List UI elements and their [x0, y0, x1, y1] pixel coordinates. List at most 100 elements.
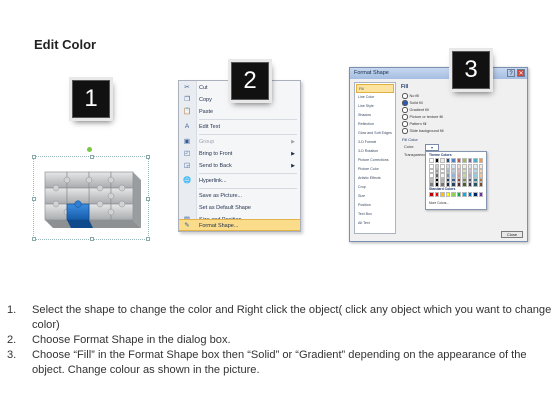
hyperlink-icon: 🌐: [183, 177, 192, 184]
clipboard-icon: 📋: [183, 108, 192, 115]
theme-color-swatch[interactable]: [445, 158, 450, 163]
category-line-style[interactable]: Line Style: [356, 102, 394, 111]
radio-picture-fill[interactable]: Picture or texture fill: [402, 114, 472, 120]
instruction-step-2: 2. Choose Format Shape in the dialog box.: [7, 334, 231, 346]
puzzle-side: [45, 220, 141, 228]
menu-separator: [199, 119, 297, 120]
theme-color-swatch[interactable]: [478, 182, 483, 187]
radio-solid-fill[interactable]: Solid fill: [402, 100, 472, 106]
menu-item-set-default-shape[interactable]: Set as Default Shape: [179, 202, 300, 214]
menu-item-paste[interactable]: 📋 Paste: [179, 106, 300, 118]
theme-color-swatch[interactable]: [473, 158, 478, 163]
menu-separator: [199, 173, 297, 174]
category-alt-text[interactable]: Alt Text: [356, 219, 394, 228]
page-title: Edit Color: [34, 37, 97, 52]
theme-color-swatch[interactable]: [445, 182, 450, 187]
menu-item-edit-text[interactable]: A Edit Text: [179, 121, 300, 133]
standard-color-swatch[interactable]: [429, 192, 434, 197]
category-crop[interactable]: Crop: [356, 183, 394, 192]
category-list: Fill Line Color Line Style Shadow Reflec…: [354, 82, 396, 234]
puzzle-pieces[interactable]: [33, 150, 151, 243]
standard-color-swatch[interactable]: [473, 192, 478, 197]
fill-color-dropdown[interactable]: ▾: [425, 144, 439, 151]
theme-color-swatch[interactable]: [429, 158, 434, 163]
category-picture-corrections[interactable]: Picture Corrections: [356, 156, 394, 165]
puzzle-piece[interactable]: [66, 171, 90, 189]
fill-color-heading: Fill Color: [402, 137, 418, 142]
menu-item-format-shape[interactable]: ✎ Format Shape...: [179, 219, 300, 231]
category-3d-rotation[interactable]: 3-D Rotation: [356, 147, 394, 156]
close-button[interactable]: Close: [501, 231, 523, 238]
theme-color-swatch[interactable]: [451, 158, 456, 163]
theme-color-swatch[interactable]: [440, 182, 445, 187]
radio-gradient-fill[interactable]: Gradient fill: [402, 107, 472, 113]
dialog-titlebar: Format Shape ? ✕: [350, 68, 527, 79]
radio-slide-bg-fill[interactable]: Slide background fill: [402, 128, 472, 134]
menu-item-hyperlink[interactable]: 🌐 Hyperlink...: [179, 175, 300, 187]
theme-color-swatch[interactable]: [462, 182, 467, 187]
menu-separator: [199, 188, 297, 189]
menu-item-bring-to-front[interactable]: ◰ Bring to Front ▶: [179, 148, 300, 160]
standard-color-swatch[interactable]: [451, 192, 456, 197]
puzzle-side: [133, 172, 141, 228]
submenu-arrow-icon: ▶: [291, 163, 295, 169]
category-3d-format[interactable]: 3-D Format: [356, 138, 394, 147]
theme-color-swatch[interactable]: [456, 182, 461, 187]
send-back-icon: ◲: [183, 162, 191, 169]
menu-item-send-to-back[interactable]: ◲ Send to Back ▶: [179, 160, 300, 172]
default-shape-icon: [183, 204, 191, 212]
menu-separator: [199, 134, 297, 135]
theme-color-swatch[interactable]: [429, 182, 434, 187]
standard-color-swatch[interactable]: [478, 192, 483, 197]
standard-color-swatch[interactable]: [445, 192, 450, 197]
close-icon[interactable]: ✕: [517, 69, 525, 77]
instruction-list: 1. Select the shape to change the color a…: [7, 303, 557, 378]
puzzle-piece-selected-side: [67, 220, 93, 228]
puzzle-shape-group[interactable]: [32, 147, 151, 243]
theme-color-swatch[interactable]: [434, 182, 439, 187]
category-position[interactable]: Position: [356, 201, 394, 210]
standard-color-swatch[interactable]: [440, 192, 445, 197]
theme-color-swatch[interactable]: [478, 158, 483, 163]
color-palette-popup: Theme Colors Standard Colors More Colors…: [425, 151, 487, 210]
theme-colors-title: Theme Colors: [429, 153, 452, 157]
category-picture-color[interactable]: Picture Color: [356, 165, 394, 174]
category-reflection[interactable]: Reflection: [356, 120, 394, 129]
bring-front-icon: ◰: [183, 150, 191, 157]
theme-color-swatch[interactable]: [434, 158, 439, 163]
menu-item-save-as-picture[interactable]: Save as Picture...: [179, 190, 300, 202]
standard-color-swatch[interactable]: [467, 192, 472, 197]
radio-pattern-fill[interactable]: Pattern fill: [402, 121, 472, 127]
step-1-badge: 1: [72, 80, 110, 118]
category-size[interactable]: Size: [356, 192, 394, 201]
standard-color-swatch[interactable]: [434, 192, 439, 197]
standard-colors-title: Standard Colors: [429, 187, 456, 191]
category-text-box[interactable]: Text Box: [356, 210, 394, 219]
category-fill[interactable]: Fill: [356, 84, 394, 93]
submenu-arrow-icon: ▶: [291, 139, 295, 145]
instruction-step-3: 3. Choose “Fill” in the Format Shape box …: [7, 349, 527, 376]
theme-color-swatch[interactable]: [467, 158, 472, 163]
category-line-color[interactable]: Line Color: [356, 93, 394, 102]
step-2-badge: 2: [231, 62, 269, 100]
context-menu: ✂ Cut ❐ Copy 📋 Paste A Edit Text ▣ Group…: [178, 80, 301, 232]
copy-icon: ❐: [184, 96, 190, 103]
save-picture-icon: [183, 192, 191, 200]
category-artistic-effects[interactable]: Artistic Effects: [356, 174, 394, 183]
radio-no-fill[interactable]: No fill: [402, 93, 472, 99]
category-glow[interactable]: Glow and Soft Edges: [356, 129, 394, 138]
dialog-title: Format Shape: [354, 70, 389, 76]
help-button[interactable]: ?: [507, 69, 515, 77]
theme-color-swatch[interactable]: [456, 158, 461, 163]
more-colors-link[interactable]: More Colors...: [429, 201, 449, 205]
standard-color-swatch[interactable]: [462, 192, 467, 197]
theme-color-swatch[interactable]: [467, 182, 472, 187]
category-shadow[interactable]: Shadow: [356, 111, 394, 120]
standard-color-swatch[interactable]: [456, 192, 461, 197]
theme-color-swatch[interactable]: [473, 182, 478, 187]
menu-item-group[interactable]: ▣ Group ▶: [179, 136, 300, 148]
theme-color-swatch[interactable]: [451, 182, 456, 187]
step-3-badge: 3: [452, 51, 490, 89]
theme-color-swatch[interactable]: [462, 158, 467, 163]
theme-color-swatch[interactable]: [440, 158, 445, 163]
